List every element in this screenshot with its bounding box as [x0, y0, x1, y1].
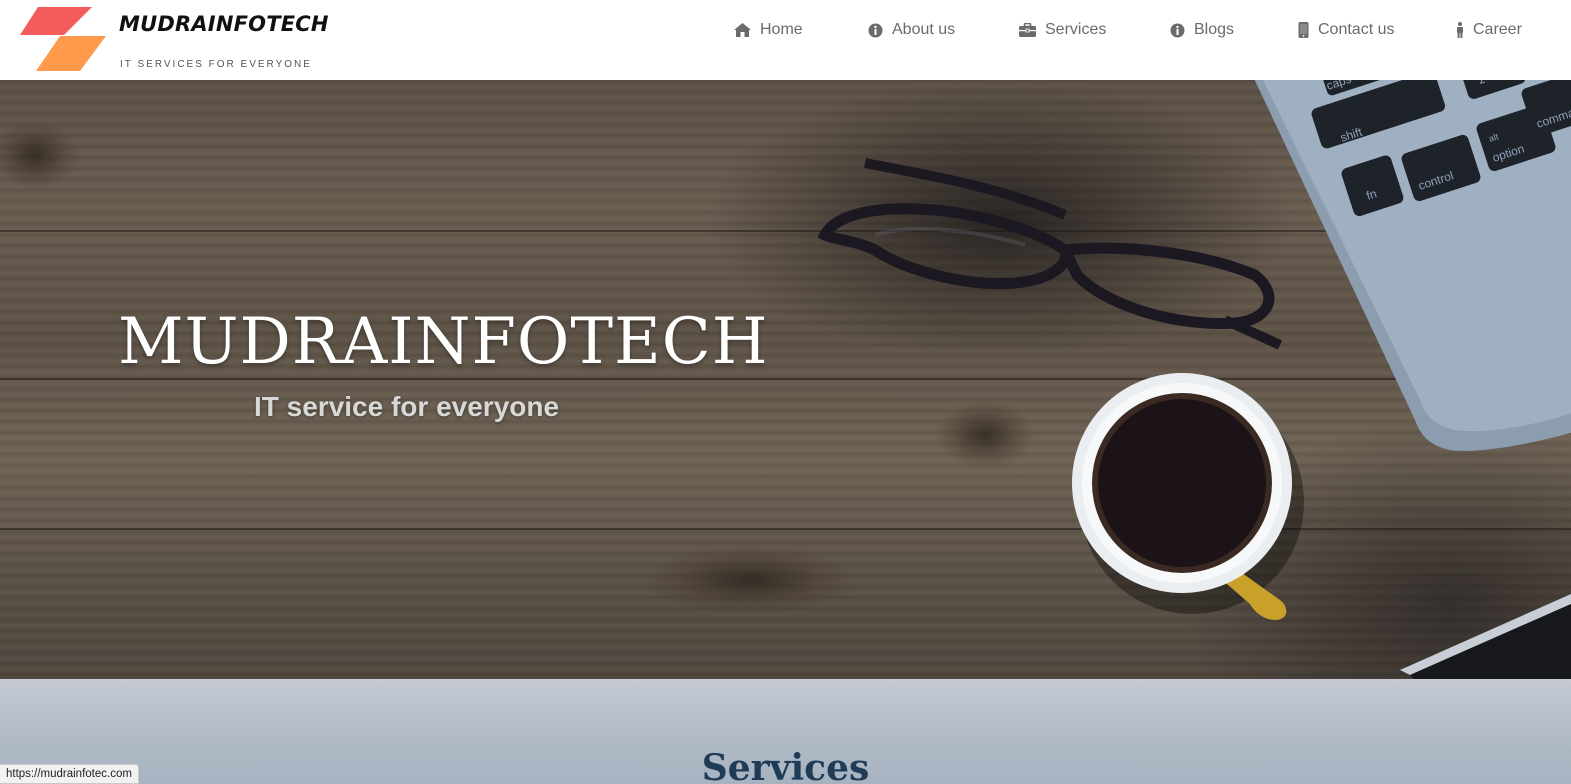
services-heading: Services — [701, 747, 870, 784]
nav-item-about[interactable]: About us — [868, 18, 955, 42]
nav-label-about: About us — [892, 21, 956, 38]
nav-item-contact[interactable]: Contact us — [1298, 18, 1394, 42]
nav-item-career[interactable]: Career — [1456, 18, 1522, 42]
nav-item-services[interactable]: Services — [1019, 18, 1106, 42]
mobile-phone-icon — [1298, 22, 1309, 38]
services-section: Services — [0, 679, 1571, 784]
nav-label-services: Services — [1045, 21, 1107, 38]
hero-banner: caps shift fn control alt option command… — [0, 80, 1571, 679]
nav-label-career: Career — [1473, 21, 1522, 38]
nav-label-home: Home — [760, 21, 803, 38]
status-bar-url: https://mudrainfotec.com — [0, 764, 139, 784]
laptop-image: caps shift fn control alt option command… — [1254, 80, 1571, 679]
hero-subtitle: IT service for everyone — [254, 391, 560, 422]
nav-label-blogs: Blogs — [1194, 21, 1235, 38]
wood-knot — [935, 400, 1035, 470]
hero-title: MUDRAINFOTECH — [118, 305, 769, 379]
main-nav: Home About us Services Blogs Contact us … — [0, 18, 1571, 42]
logo-tagline: IT SERVICES FOR EVERYONE — [120, 59, 312, 70]
site-header: MUDRAINFOTECH IT SERVICES FOR EVERYONE H… — [0, 0, 1571, 80]
home-icon — [734, 23, 751, 37]
nav-item-home[interactable]: Home — [734, 18, 803, 42]
person-icon — [1457, 22, 1463, 38]
briefcase-icon — [1019, 23, 1036, 37]
info-circle-icon — [868, 23, 883, 37]
eyeglasses-image — [817, 158, 1283, 350]
info-circle-icon — [1170, 23, 1185, 37]
wood-knot — [0, 120, 80, 190]
nav-item-blogs[interactable]: Blogs — [1170, 18, 1234, 42]
wood-knot — [640, 545, 860, 615]
nav-label-contact: Contact us — [1318, 21, 1395, 38]
